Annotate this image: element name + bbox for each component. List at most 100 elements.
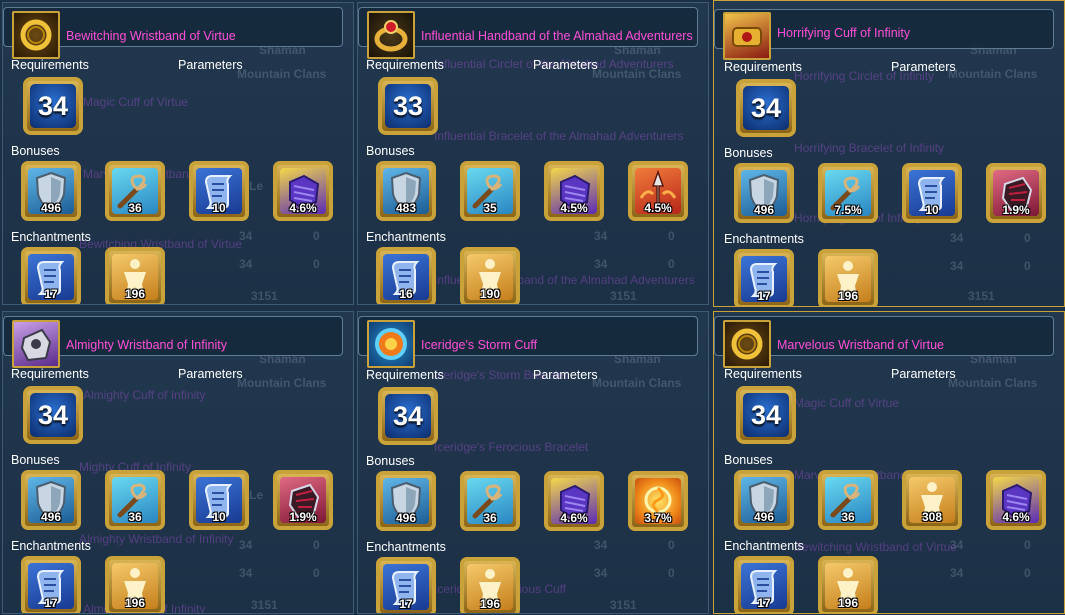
level-badge: 34	[23, 77, 83, 135]
enchantment-slot[interactable]: 196	[460, 557, 520, 613]
bonus-slot[interactable]: 4.6%	[544, 471, 604, 531]
bonuses-label: Bonuses	[11, 144, 60, 158]
bonus-slot[interactable]: 1.9%	[273, 470, 333, 530]
bonus-slot[interactable]: 496	[21, 161, 81, 221]
bonus-slot[interactable]: 4.6%	[273, 161, 333, 221]
requirements-label: Requirements	[366, 58, 444, 72]
bonus-value: 1.9%	[289, 510, 317, 523]
bonus-slot[interactable]: 36	[105, 161, 165, 221]
enchantments-label: Enchantments	[366, 230, 446, 244]
bonus-slot[interactable]: 36	[818, 470, 878, 530]
bonus-slot[interactable]: 35	[460, 161, 520, 221]
background-item-name: Iceridge's Ferocious Bracelet	[434, 440, 589, 454]
bonus-value: 496	[40, 510, 62, 523]
level-badge: 34	[736, 386, 796, 444]
level-badge: 34	[378, 387, 438, 445]
bonus-value: 4.6%	[1002, 510, 1030, 523]
enchantment-slot[interactable]: 196	[818, 249, 878, 306]
background-item-name: Magic Cuff of Virtue	[83, 95, 188, 109]
level-value: 34	[743, 393, 789, 437]
background-item-name: Almighty Cuff of Infinity	[83, 388, 206, 402]
bonus-slot[interactable]: 36	[105, 470, 165, 530]
requirements-label: Requirements	[724, 60, 802, 74]
background-stat-label: Le	[249, 179, 264, 193]
bonus-slot[interactable]: 4.5%	[544, 161, 604, 221]
bonus-slot[interactable]: 496	[21, 470, 81, 530]
enchantment-slot[interactable]: 196	[105, 247, 165, 304]
bonus-value: 3.7%	[644, 511, 672, 524]
enchantment-slot[interactable]: 17	[376, 557, 436, 613]
parameters-label: Parameters	[178, 367, 243, 381]
bonus-slot[interactable]: 496	[734, 163, 794, 223]
requirements-label: Requirements	[366, 368, 444, 382]
background-stat-value: 34	[239, 229, 253, 243]
orange-orb-bracelet-icon	[367, 320, 415, 368]
bonus-value: 308	[921, 510, 943, 523]
bonus-slot[interactable]: 36	[460, 471, 520, 531]
bonus-slot[interactable]: 308	[902, 470, 962, 530]
bonus-value: 35	[483, 201, 497, 214]
bonus-slot[interactable]: 10	[189, 161, 249, 221]
enchantments-label: Enchantments	[11, 230, 91, 244]
enchantment-slot[interactable]: 17	[734, 556, 794, 613]
enchantment-slot[interactable]: 190	[460, 247, 520, 304]
enchantment-value: 16	[399, 287, 413, 300]
enchantment-slot[interactable]: 17	[734, 249, 794, 306]
gold-chain-bracelet-icon	[723, 320, 771, 368]
bonus-value: 36	[128, 201, 142, 214]
bonus-slot[interactable]: 10	[902, 163, 962, 223]
enchantment-slot[interactable]: 17	[21, 556, 81, 613]
enchantment-slot[interactable]: 196	[105, 556, 165, 613]
bonus-slot[interactable]: 4.6%	[986, 470, 1046, 530]
bonus-slot[interactable]: 3.7%	[628, 471, 688, 531]
item-title-bar: Marvelous Wristband of Virtue	[714, 316, 1054, 368]
bonuses-label: Bonuses	[366, 144, 415, 158]
gold-cuff-icon	[723, 12, 771, 60]
background-stat-value: 34	[594, 229, 608, 243]
item-tooltip-panel: Shaman Mountain Clans 34 0 34 0 3151 Inf…	[357, 2, 709, 305]
background-item-name: Magic Cuff of Virtue	[794, 396, 899, 410]
bonus-value: 1.9%	[1002, 203, 1030, 216]
level-value: 34	[30, 393, 76, 437]
item-name: Iceridge's Storm Cuff	[421, 338, 538, 352]
background-stat-value: 34	[594, 257, 608, 271]
bonus-value: 496	[395, 511, 417, 524]
bonus-slot[interactable]: 496	[734, 470, 794, 530]
bonus-slot[interactable]: 4.5%	[628, 161, 688, 221]
background-faction-label: Mountain Clans	[948, 376, 1038, 390]
enchantment-slot[interactable]: 196	[818, 556, 878, 613]
enchantments-label: Enchantments	[724, 539, 804, 553]
item-name: Influential Handband of the Almahad Adve…	[421, 29, 693, 43]
bonus-slot[interactable]: 483	[376, 161, 436, 221]
bonus-slot[interactable]: 7.5%	[818, 163, 878, 223]
level-value: 34	[385, 394, 431, 438]
background-faction-label: Mountain Clans	[237, 376, 327, 390]
background-faction-label: Mountain Clans	[948, 67, 1038, 81]
requirements-label: Requirements	[11, 367, 89, 381]
background-item-name: Horrifying Bracelet of Infinity	[794, 141, 945, 155]
enchantment-slot[interactable]: 16	[376, 247, 436, 304]
bonus-value: 10	[212, 201, 226, 214]
bonus-value: 496	[40, 201, 62, 214]
enchantment-value: 17	[757, 289, 771, 302]
background-stat-value: 34	[594, 566, 608, 580]
enchantment-slot[interactable]: 17	[21, 247, 81, 304]
bonus-value: 4.5%	[560, 201, 588, 214]
gold-chain-bracelet-icon	[12, 11, 60, 59]
bonus-value: 496	[753, 203, 775, 216]
bonus-value: 483	[395, 201, 417, 214]
background-stat-value: 0	[313, 229, 320, 243]
requirements-label: Requirements	[11, 58, 89, 72]
bonus-value: 4.6%	[560, 511, 588, 524]
item-name: Marvelous Wristband of Virtue	[777, 338, 944, 352]
background-stat-value: 34	[950, 538, 964, 552]
bonus-slot[interactable]: 1.9%	[986, 163, 1046, 223]
background-faction-label: Mountain Clans	[592, 67, 682, 81]
enchantment-value: 196	[124, 287, 146, 300]
item-title-bar: Almighty Wristband of Infinity	[3, 316, 343, 368]
bonus-slot[interactable]: 10	[189, 470, 249, 530]
bonus-slot[interactable]: 496	[376, 471, 436, 531]
bonus-value: 496	[753, 510, 775, 523]
item-title-bar: Influential Handband of the Almahad Adve…	[358, 7, 698, 59]
background-stat-value: 3151	[251, 598, 278, 612]
